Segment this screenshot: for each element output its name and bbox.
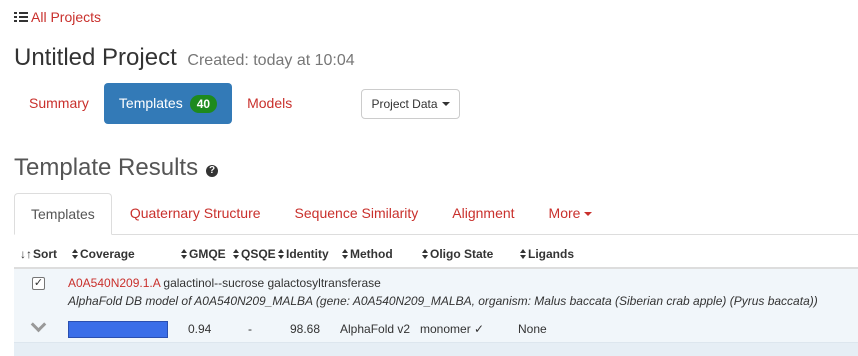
template-name: galactinol--sucrose galactosyltransferas… <box>163 276 381 290</box>
qsqe-header[interactable]: QSQE <box>232 247 276 261</box>
pill-summary[interactable]: Summary <box>14 83 104 124</box>
pill-models[interactable]: Models <box>232 83 307 124</box>
template-description: AlphaFold DB model of A0A540N209_MALBA (… <box>68 294 818 308</box>
tab-sequence-similarity[interactable]: Sequence Similarity <box>279 193 435 234</box>
sort-icon <box>519 249 527 259</box>
row-select-checkbox[interactable]: ✓ <box>32 277 45 290</box>
gmqe-header[interactable]: GMQE <box>180 247 226 261</box>
list-icon <box>14 11 28 23</box>
project-created: Created: today at 10:04 <box>187 52 355 69</box>
table-row: ✓ A0A540N209.1.A galactinol--sucrose gal… <box>14 269 858 342</box>
tab-alignment[interactable]: Alignment <box>436 193 530 234</box>
identity-header-label: Identity <box>286 247 329 261</box>
sort-icon <box>277 249 285 259</box>
caret-down-icon <box>584 211 593 216</box>
gmqe-value: 0.94 <box>188 322 212 336</box>
coverage-bar <box>68 321 168 338</box>
sort-icon <box>180 249 188 259</box>
pill-templates-label: Templates <box>118 95 183 111</box>
all-projects-link[interactable]: All Projects <box>14 9 101 25</box>
tab-quaternary-label: Quaternary Structure <box>129 205 261 221</box>
qsqe-value: - <box>248 322 252 336</box>
tab-more-label: More <box>548 205 581 221</box>
method-header-label: Method <box>350 247 393 261</box>
sort-icon <box>341 249 349 259</box>
table-header: ↓↑ Sort Coverage GMQE QSQE Identity Meth… <box>14 241 858 269</box>
oligo-state-header[interactable]: Oligo State <box>421 247 493 261</box>
help-icon[interactable]: ? <box>206 165 219 177</box>
ligands-value: None <box>518 322 547 336</box>
sort-icon <box>421 249 429 259</box>
project-nav: Summary Templates 40 Models <box>14 83 307 124</box>
templates-count-badge: 40 <box>189 94 218 113</box>
tab-quaternary-structure[interactable]: Quaternary Structure <box>114 193 277 234</box>
tab-alignment-label: Alignment <box>452 205 515 221</box>
pill-models-label: Models <box>247 95 293 111</box>
tab-more[interactable]: More <box>533 193 609 234</box>
method-value: AlphaFold v2 <box>340 322 411 336</box>
next-row-partial <box>14 342 858 356</box>
tab-templates-label: Templates <box>31 205 95 222</box>
pill-summary-label: Summary <box>29 95 89 111</box>
ligands-header-label: Ligands <box>528 247 575 261</box>
template-accession-link[interactable]: A0A540N209.1.A <box>68 276 160 290</box>
identity-header[interactable]: Identity <box>277 247 329 261</box>
section-title: Template Results ? <box>14 154 219 182</box>
gmqe-header-label: GMQE <box>189 247 226 261</box>
identity-value: 98.68 <box>290 322 321 336</box>
sort-header-label: Sort <box>33 247 57 261</box>
sort-header[interactable]: ↓↑ Sort <box>20 247 57 261</box>
coverage-header-label: Coverage <box>80 247 135 261</box>
project-name: Untitled Project <box>14 44 177 71</box>
sort-icon: ↓↑ <box>20 247 32 261</box>
template-title: A0A540N209.1.A galactinol--sucrose galac… <box>68 276 381 290</box>
oligo-state-value: monomer ✓ <box>420 322 485 336</box>
project-data-label: Project Data <box>371 97 438 111</box>
page-title: Untitled Project Created: today at 10:04 <box>14 44 355 72</box>
sort-icon <box>232 249 240 259</box>
all-projects-label: All Projects <box>31 9 102 25</box>
tab-templates[interactable]: Templates <box>14 193 112 235</box>
qsqe-header-label: QSQE <box>241 247 276 261</box>
results-tabs: Templates Quaternary Structure Sequence … <box>14 193 858 235</box>
pill-templates[interactable]: Templates 40 <box>103 83 233 124</box>
coverage-header[interactable]: Coverage <box>71 247 135 261</box>
ligands-header[interactable]: Ligands <box>519 247 574 261</box>
method-header[interactable]: Method <box>341 247 393 261</box>
caret-down-icon <box>441 102 450 106</box>
expand-row-chevron-icon[interactable] <box>30 317 46 333</box>
oligo-state-header-label: Oligo State <box>430 247 494 261</box>
results-title-text: Template Results <box>14 154 199 181</box>
sort-icon <box>71 249 79 259</box>
project-data-dropdown[interactable]: Project Data <box>361 89 460 119</box>
tab-sequence-similarity-label: Sequence Similarity <box>294 205 419 221</box>
